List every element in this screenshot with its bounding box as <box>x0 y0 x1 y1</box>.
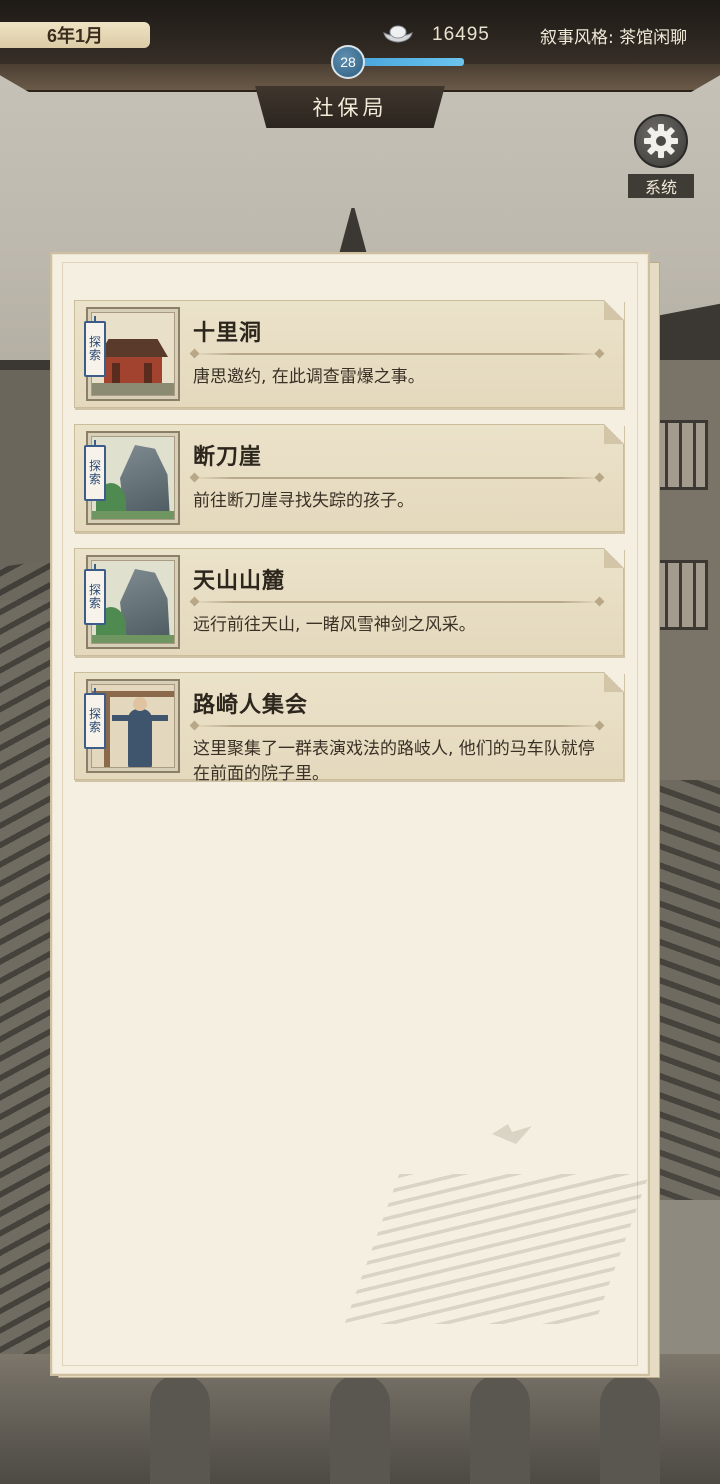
xp-bar <box>360 58 464 66</box>
explore-tag: 探 索 <box>84 564 106 625</box>
quest-description: 唐思邀约, 在此调查雷爆之事。 <box>193 367 425 387</box>
quest-title: 路崎人集会 <box>193 693 309 718</box>
silver-amount: 16495 <box>432 24 490 45</box>
explore-tag-char: 索 <box>88 720 101 734</box>
xp-bar-fill <box>360 58 464 66</box>
card-folded-corner <box>604 548 624 568</box>
quest-description: 远行前往天山, 一睹风雪神剑之风采。 <box>193 615 476 635</box>
quest-title: 天山山麓 <box>193 569 286 594</box>
quest-description: 前往断刀崖寻找失踪的孩子。 <box>193 491 414 511</box>
crowd-person <box>470 1374 530 1484</box>
quest-card[interactable]: 探 索 断刀崖 前往断刀崖寻找失踪的孩子。 <box>74 424 624 532</box>
silver-ingot-icon <box>383 25 413 43</box>
card-folded-corner <box>604 424 624 444</box>
system-label[interactable]: 系统 <box>628 174 694 198</box>
quest-description: 这里聚集了一群表演戏法的路岐人, 他们的马车队就停在前面的院子里。 <box>193 739 595 784</box>
explore-tag-char: 索 <box>88 348 101 362</box>
explore-tag-char: 索 <box>88 596 101 610</box>
panel-ink-illustration <box>344 1114 650 1354</box>
narrative-style[interactable]: 叙事风格: 茶馆闲聊 <box>540 22 687 48</box>
quest-title: 十里洞 <box>193 321 263 346</box>
quest-divider <box>193 353 601 355</box>
crowd-person <box>150 1374 210 1484</box>
gear-icon[interactable] <box>634 114 688 168</box>
explore-tag: 探 索 <box>84 688 106 749</box>
card-folded-corner <box>604 672 624 692</box>
ink-bird <box>492 1124 532 1144</box>
level-badge: 28 <box>331 45 365 79</box>
quest-card[interactable]: 探 索 天山山麓 远行前往天山, 一睹风雪神剑之风采。 <box>74 548 624 656</box>
card-folded-corner <box>604 300 624 320</box>
explore-tag: 探 索 <box>84 316 106 377</box>
explore-tag: 探 索 <box>84 440 106 501</box>
crowd-person <box>600 1374 660 1484</box>
ink-rooftop <box>344 1174 650 1324</box>
quest-divider <box>193 601 601 603</box>
explore-tag-char: 索 <box>88 472 101 486</box>
system-button[interactable]: 系统 <box>628 114 694 202</box>
quest-divider <box>193 477 601 479</box>
game-date: 6年1月 <box>0 22 150 48</box>
crowd-person <box>330 1374 390 1484</box>
quest-card[interactable]: 探 索 路崎人集会 这里聚集了一群表演戏法的路岐人, 他们的马车队就停在前面的院… <box>74 672 624 784</box>
quest-divider <box>193 725 601 727</box>
quest-title: 断刀崖 <box>193 445 263 470</box>
quest-card[interactable]: 探 索 十里洞 唐思邀约, 在此调查雷爆之事。 <box>74 300 624 408</box>
location-title: 社保局 <box>255 86 445 128</box>
quest-list-panel <box>50 252 650 1376</box>
